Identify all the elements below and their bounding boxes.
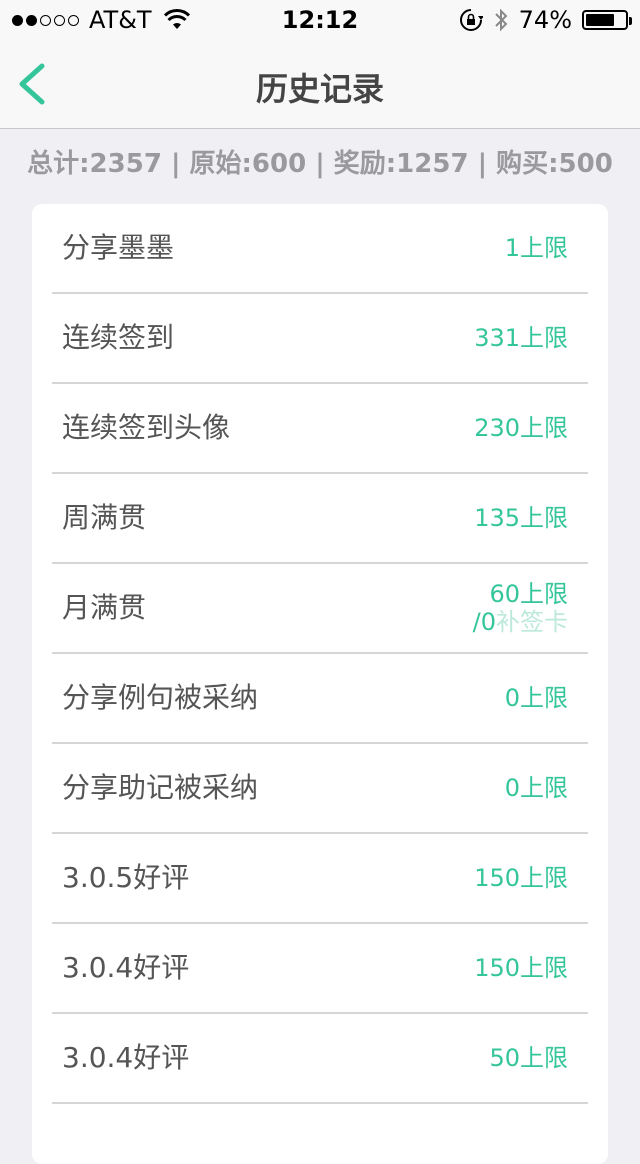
battery-icon xyxy=(582,10,632,30)
battery-percent: 74% xyxy=(518,6,572,34)
item-value: 1上限 xyxy=(504,234,568,262)
item-label: 周满贯 xyxy=(62,501,147,534)
list-item[interactable]: 连续签到 331上限 xyxy=(52,294,588,384)
item-label: 分享例句被采纳 xyxy=(62,681,259,714)
item-label: 3.0.4好评 xyxy=(62,951,190,984)
list-item[interactable]: 分享助记被采纳 0上限 xyxy=(52,744,588,834)
item-label: 连续签到 xyxy=(62,321,175,354)
list-item[interactable]: 周满贯 135上限 xyxy=(52,474,588,564)
list-item[interactable]: 3.0.5好评 150上限 xyxy=(52,834,588,924)
item-value: 50上限 xyxy=(489,1044,568,1072)
page-title: 历史记录 xyxy=(255,70,384,108)
list-item[interactable]: 分享例句被采纳 0上限 xyxy=(52,654,588,744)
item-value-main: 60上限 xyxy=(489,580,568,608)
item-value-sub-text: 补签卡 xyxy=(496,608,568,636)
list-item[interactable]: 分享墨墨 1上限 xyxy=(52,204,588,294)
list-item[interactable]: 3.0.4好评 50上限 xyxy=(52,1014,588,1104)
item-value: 0上限 xyxy=(504,774,568,802)
item-label: 月满贯 xyxy=(62,591,147,624)
item-value: 150上限 xyxy=(474,954,568,982)
navigation-bar: 历史记录 xyxy=(0,40,640,129)
status-right: 74% xyxy=(459,6,632,34)
item-value-sub-prefix: /0 xyxy=(472,608,496,636)
list-item[interactable]: 连续签到头像 230上限 xyxy=(52,384,588,474)
battery-fill xyxy=(586,14,615,26)
item-value: 135上限 xyxy=(474,504,568,532)
battery-cap xyxy=(629,17,632,25)
rotation-lock-icon xyxy=(459,9,483,31)
item-value: 331上限 xyxy=(474,324,568,352)
item-value: 150上限 xyxy=(474,864,568,892)
item-label: 分享助记被采纳 xyxy=(62,771,259,804)
item-value: 230上限 xyxy=(474,414,568,442)
item-label: 3.0.4好评 xyxy=(62,1041,190,1074)
item-label: 分享墨墨 xyxy=(62,231,175,264)
history-list: 分享墨墨 1上限 连续签到 331上限 连续签到头像 230上限 周满贯 135… xyxy=(32,204,608,1164)
bluetooth-icon xyxy=(494,8,508,32)
list-item[interactable]: 3.0.4好评 150上限 xyxy=(52,924,588,1014)
item-value: 60上限 /0补签卡 xyxy=(473,580,568,636)
item-label: 3.0.5好评 xyxy=(62,861,190,894)
list-item[interactable]: 月满贯 60上限 /0补签卡 xyxy=(52,564,588,654)
item-label: 连续签到头像 xyxy=(62,411,231,444)
points-summary: 总计:2357 | 原始:600 | 奖励:1257 | 购买:500 xyxy=(27,149,613,179)
status-bar: AT&T 12:12 74% xyxy=(0,0,640,40)
item-value: 0上限 xyxy=(504,684,568,712)
